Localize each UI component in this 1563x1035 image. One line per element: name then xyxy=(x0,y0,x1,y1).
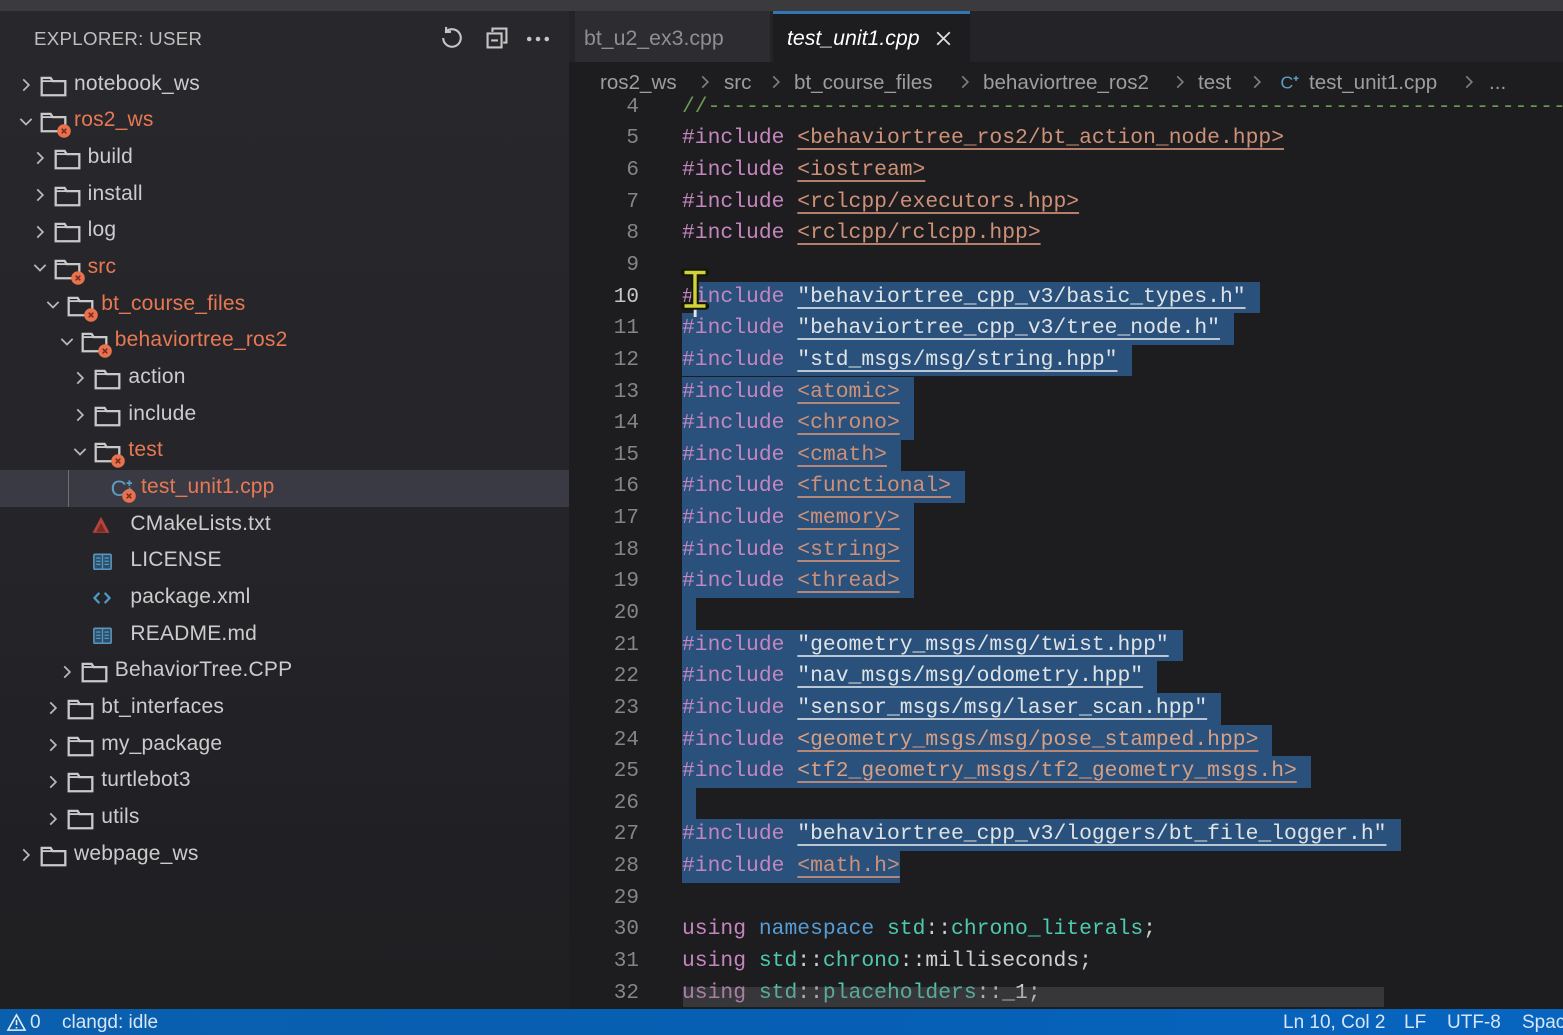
svg-text:C: C xyxy=(1280,73,1293,93)
